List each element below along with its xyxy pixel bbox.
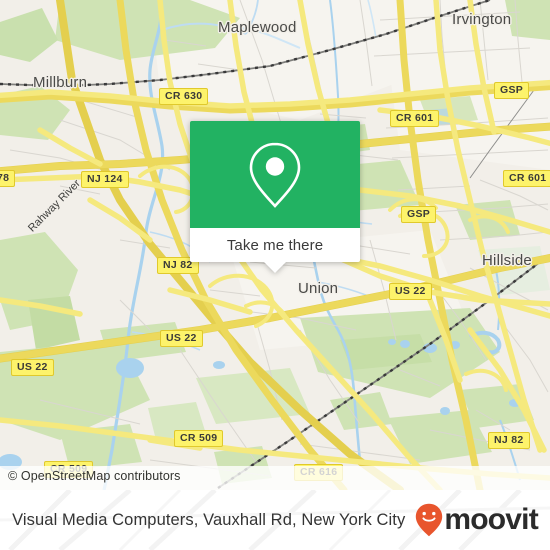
- place-label: Irvington: [452, 11, 512, 28]
- moovit-pin-smile-icon: [416, 503, 443, 537]
- road-shield: CR 509: [174, 430, 224, 448]
- map-pin-icon: [249, 142, 301, 208]
- road-shield: NJ 82: [488, 432, 530, 450]
- road-shield: US 22: [389, 283, 432, 301]
- river-label: Rahway River: [26, 177, 83, 235]
- moovit-logo[interactable]: moovit: [415, 503, 539, 537]
- take-me-there-label: Take me there: [226, 236, 324, 254]
- take-me-there-button[interactable]: Take me there: [190, 228, 360, 273]
- place-label: Millburn: [33, 74, 88, 91]
- map-screenshot: Maplewood Irvington Millburn Union Hills…: [0, 0, 550, 550]
- footer-bar: Visual Media Computers, Vauxhall Rd, New…: [0, 490, 550, 550]
- road-shield: US 22: [160, 330, 203, 348]
- osm-attribution-text: © OpenStreetMap contributors: [8, 469, 181, 483]
- road-shield: GSP: [494, 82, 530, 100]
- road-shield: 78: [0, 170, 16, 188]
- map-canvas[interactable]: Maplewood Irvington Millburn Union Hills…: [0, 0, 550, 490]
- osm-attribution[interactable]: © OpenStreetMap contributors: [0, 466, 550, 490]
- road-shield: CR 630: [159, 88, 209, 106]
- moovit-wordmark: moovit: [444, 503, 538, 536]
- road-shield: CR 601: [390, 110, 440, 128]
- place-label: Union: [298, 280, 339, 297]
- road-shield: GSP: [401, 206, 437, 224]
- place-label: Maplewood: [218, 19, 297, 36]
- road-shield: NJ 124: [81, 171, 129, 189]
- page-title: Visual Media Computers, Vauxhall Rd, New…: [12, 510, 406, 529]
- road-shield: US 22: [11, 359, 54, 377]
- road-shield: CR 601: [503, 170, 550, 188]
- popup-pointer: [264, 262, 286, 273]
- location-popup[interactable]: Take me there: [190, 121, 360, 273]
- popup-icon-panel: [190, 121, 360, 228]
- place-label: Hillside: [482, 252, 532, 269]
